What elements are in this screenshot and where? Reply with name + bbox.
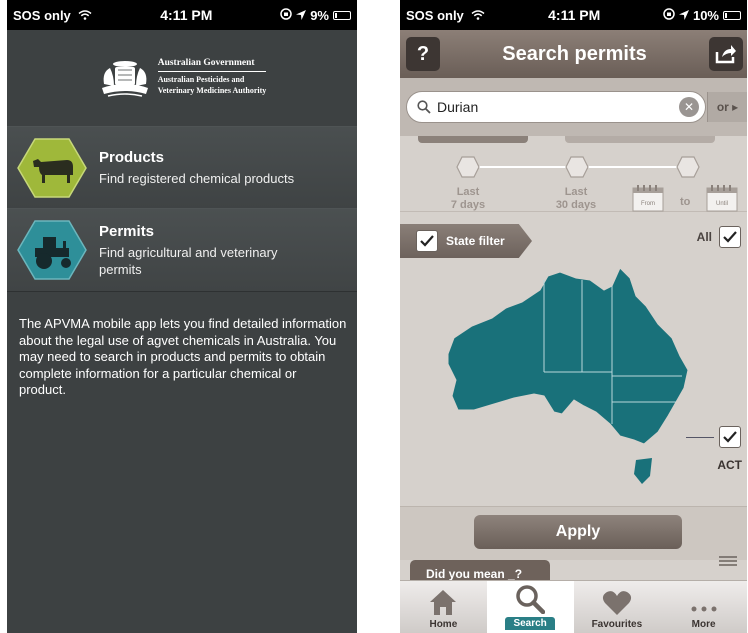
state-filter-row: State filter All [400,224,747,268]
tractor-icon [17,220,87,280]
agency-line-2: Veterinary Medicines Authority [157,86,267,95]
check-icon [723,431,737,443]
state-filter-toggle[interactable]: State filter [400,224,532,258]
from-calendar-icon[interactable]: From [632,184,664,212]
coat-of-arms-logo [101,61,148,97]
collapsed-tab-right [565,136,715,143]
check-icon [420,235,434,247]
share-icon [715,45,736,64]
state-filter-label: State filter [446,234,505,248]
status-bar: SOS only 4:11 PM 10% [400,0,747,30]
lock-rotation-icon [280,7,292,23]
magnifier-icon [516,585,546,614]
or-button[interactable]: or ▸ [707,92,747,122]
act-checkbox[interactable] [719,426,741,448]
until-label: Until [716,201,728,207]
phone-left: SOS only 4:11 PM 9% Australian Governmen… [7,0,357,633]
share-button[interactable] [708,37,743,71]
carrier-label: SOS only [406,7,464,23]
battery-percent: 10% [692,7,719,23]
battery-icon [332,10,351,20]
products-title: Products [99,148,165,166]
agency-line-1: Australian Pesticides and [157,75,245,84]
products-menu-item[interactable]: Products Find registered chemical produc… [7,126,357,208]
last-7-line2: 7 days [450,199,486,211]
apply-button[interactable]: Apply [474,515,682,549]
permits-menu-item[interactable]: Permits Find agricultural and veterinary… [7,208,357,292]
status-bar: SOS only 4:11 PM 9% [7,0,357,30]
permits-title: Permits [99,222,155,240]
tab-more[interactable]: More [660,581,747,633]
check-icon [723,231,737,243]
to-label: to [680,196,691,208]
collapsed-tab-left [418,136,528,143]
search-row: ✕ or ▸ [400,78,747,136]
tab-home[interactable]: Home [400,581,487,633]
timeline-node-7days[interactable] [456,156,480,178]
permits-subtitle: Find agricultural and veterinary permits [99,244,278,277]
gov-title: Australian Government [157,58,267,72]
last-30-days-option[interactable]: Last 30 days [546,186,606,212]
more-dots-icon [691,606,717,612]
heart-icon [602,591,631,615]
wifi-icon [78,8,92,23]
from-label: From [641,201,655,207]
clock: 4:11 PM [160,7,213,23]
clear-search-button[interactable]: ✕ [679,97,699,117]
state-filter-checkbox[interactable] [416,230,438,252]
drag-handle-icon[interactable] [717,554,739,568]
tab-bar: Home Search Favourites More [400,580,747,633]
location-icon [678,8,689,23]
cow-icon [17,137,87,198]
tab-favourites-label: Favourites [591,619,643,630]
search-input[interactable] [437,99,679,115]
battery-icon [723,10,741,20]
clock: 4:11 PM [548,7,601,23]
phone-right: SOS only 4:11 PM 10% ? Search permits ✕ … [400,0,747,633]
search-box[interactable]: ✕ [406,91,706,123]
products-subtitle: Find registered chemical products [99,170,295,186]
tab-favourites[interactable]: Favourites [574,581,661,633]
last-7-line1: Last [456,186,480,198]
carrier-label: SOS only [13,7,71,23]
battery-percent: 9% [310,7,329,23]
timeline-node-30days[interactable] [565,156,589,178]
timeline-node-custom[interactable] [676,156,700,178]
apply-bar: Apply [400,506,747,560]
australia-map[interactable] [444,264,714,490]
gov-header: Australian Government Australian Pestici… [7,30,357,124]
tab-more-label: More [691,619,716,630]
date-range-panel: Last 7 days Last 30 days From to Until [400,136,747,212]
tab-search-label: Search [505,617,555,630]
tab-search[interactable]: Search [486,581,574,633]
last-30-line2: 30 days [555,199,597,211]
tasmania [634,458,652,484]
search-icon [417,100,431,114]
all-label: All [696,230,712,244]
wifi-icon [471,8,485,23]
location-icon [296,8,307,23]
act-label: ACT [717,458,742,472]
until-calendar-icon[interactable]: Until [706,184,738,212]
about-text: The APVMA mobile app lets you find detai… [19,316,347,397]
tab-home-label: Home [429,619,458,630]
lock-rotation-icon [663,7,675,23]
act-pointer-line [686,437,714,438]
nav-bar: ? Search permits [400,30,747,78]
all-states-checkbox[interactable] [719,226,741,248]
last-30-line1: Last [564,186,588,198]
home-icon [430,590,457,615]
help-button[interactable]: ? [406,37,440,71]
page-title: Search permits [502,42,647,65]
last-7-days-option[interactable]: Last 7 days [438,186,498,212]
map-outline [447,267,689,445]
